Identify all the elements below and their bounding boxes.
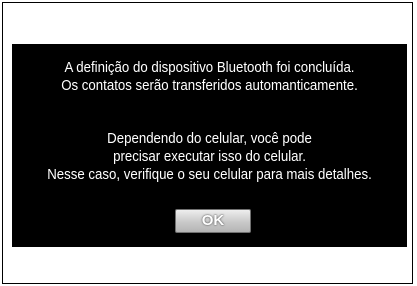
message-line-2: Os contatos serão transferidos automanti…	[61, 78, 358, 94]
bluetooth-setup-dialog: A definição do dispositivo Bluetooth foi…	[12, 44, 407, 247]
message-line-3: Dependendo do celular, você pode	[107, 131, 312, 147]
message-line-4: precisar executar isso do celular.	[113, 149, 306, 165]
message-line-5: Nesse caso, verifique o seu celular para…	[47, 167, 372, 183]
ok-button[interactable]: OK	[175, 209, 251, 233]
message-line-1: A definição do dispositivo Bluetooth foi…	[64, 60, 355, 76]
